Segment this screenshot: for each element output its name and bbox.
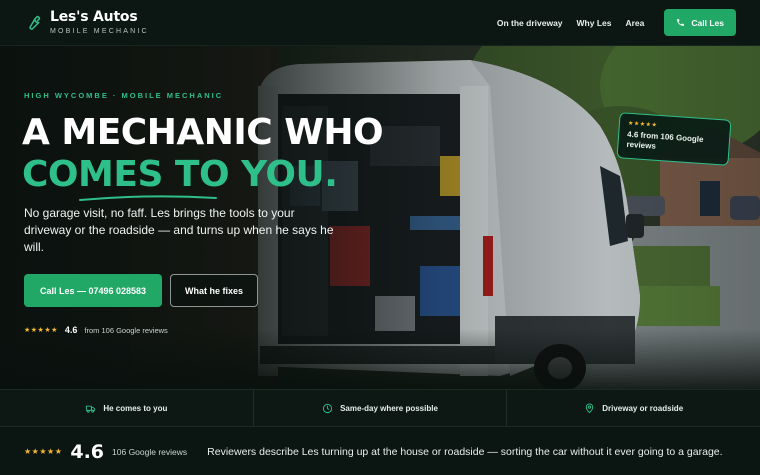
feature-label: Driveway or roadside <box>602 403 684 413</box>
call-les-label: Call Les <box>691 17 724 28</box>
features-bar: He comes to you Same-day where possible … <box>0 389 760 427</box>
hero-bottom-overlay <box>0 329 760 389</box>
call-les-button[interactable]: Call Les <box>664 9 736 36</box>
rating-value-large: 4.6 <box>70 440 105 463</box>
clock-icon <box>323 403 333 413</box>
feature-item: He comes to you <box>0 390 254 426</box>
reviews-strip: ★★★★★ 4.6 106 Google reviews Reviewers d… <box>0 428 760 475</box>
feature-item: Driveway or roadside <box>507 390 760 426</box>
feature-item: Same-day where possible <box>254 390 508 426</box>
feature-label: Same-day where possible <box>340 403 438 413</box>
rating-text: from 106 Google reviews <box>84 325 168 335</box>
review-badge-text: 4.6 from 106 Google reviews <box>626 129 704 151</box>
underline-swoosh <box>79 195 217 201</box>
hero-section: HIGH WYCOMBE · MOBILE MECHANIC A MECHANI… <box>0 46 760 389</box>
feature-label: He comes to you <box>103 403 168 413</box>
hero-eyebrow: HIGH WYCOMBE · MOBILE MECHANIC <box>24 91 224 100</box>
phone-icon <box>677 19 685 26</box>
star-rating-icon: ★★★★★ <box>24 447 63 456</box>
review-badge-card: ★★★★★ 4.6 from 106 Google reviews <box>616 112 732 166</box>
call-les-phone-button[interactable]: Call Les — 07496 028583 <box>24 274 162 307</box>
brand-logo[interactable]: Les's Autos MOBILE MECHANIC <box>24 10 149 35</box>
review-summary: Reviewers describe Les turning up at the… <box>207 445 723 458</box>
star-rating-icon: ★★★★★ <box>24 327 58 334</box>
nav-link-why-les[interactable]: Why Les <box>577 18 612 28</box>
headline-line-2: COMES TO YOU. <box>22 154 383 201</box>
hero-headline: A MECHANIC WHO COMES TO YOU. <box>22 112 384 201</box>
headline-line-2-text: COMES TO YOU. <box>22 154 338 195</box>
headline-line-1: A MECHANIC WHO <box>22 112 384 153</box>
rating-value: 4.6 <box>64 325 78 335</box>
hero-subtext: No garage visit, no faff. Les brings the… <box>24 206 334 254</box>
brand-tagline: MOBILE MECHANIC <box>50 28 149 35</box>
what-he-fixes-button[interactable]: What he fixes <box>170 274 258 307</box>
main-nav: On the driveway Why Les Area Call Les <box>497 9 736 36</box>
van-icon <box>86 405 96 413</box>
nav-link-on-the-driveway[interactable]: On the driveway <box>497 18 563 28</box>
wrench-icon <box>29 15 41 30</box>
location-pin-icon <box>586 403 594 413</box>
brand-name: Les's Autos <box>50 9 138 25</box>
nav-link-area[interactable]: Area <box>625 18 644 28</box>
site-header: Les's Autos MOBILE MECHANIC On the drive… <box>0 0 760 46</box>
review-count: 106 Google reviews <box>112 446 188 457</box>
hero-rating: ★★★★★ 4.6 from 106 Google reviews <box>24 325 168 335</box>
